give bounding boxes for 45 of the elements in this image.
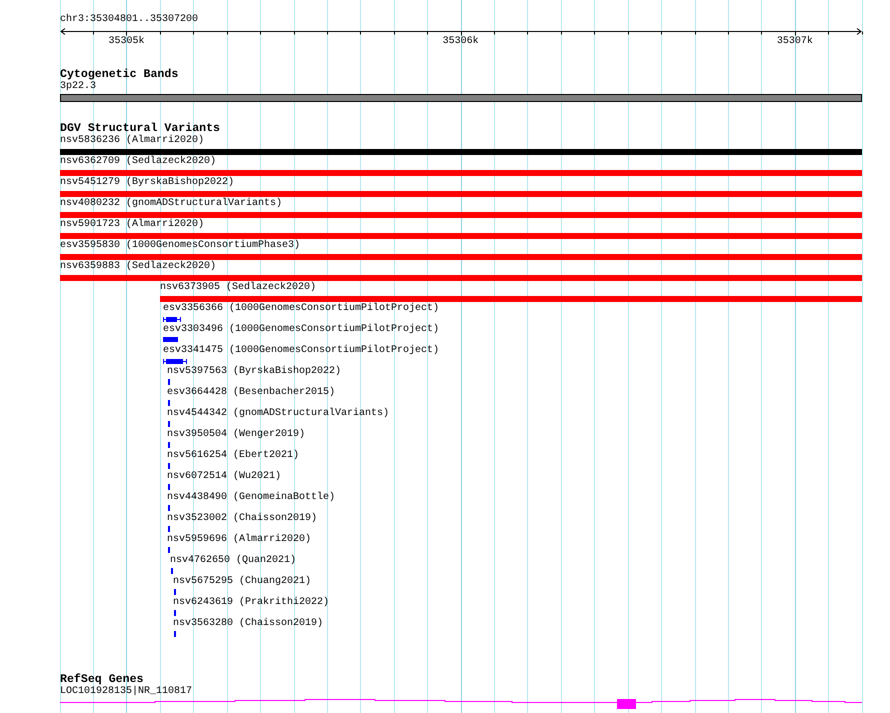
variant-bar[interactable] (60, 149, 862, 155)
variant-bar[interactable] (160, 296, 862, 302)
ruler-tick-label: 35306k (442, 36, 479, 48)
variant-label[interactable]: nsv5836236 (Almarri2020) (60, 135, 204, 147)
variant-label[interactable]: nsv3950504 (Wenger2019) (167, 429, 306, 441)
track-title: Cytogenetic Bands (60, 68, 178, 81)
track-title: RefSeq Genes (60, 673, 144, 686)
band-label: 3p22.3 (60, 81, 96, 93)
variant-label[interactable]: nsv3563280 (Chaisson2019) (173, 618, 324, 630)
variant-label[interactable]: nsv5451279 (ByrskaBishop2022) (60, 177, 234, 189)
variant-label[interactable]: nsv6362709 (Sedlazeck2020) (60, 156, 216, 168)
variant-bar[interactable] (60, 191, 862, 197)
track-title: DGV Structural Variants (60, 122, 220, 135)
variant-label[interactable]: esv3341475 (1000GenomesConsortiumPilotProject) (163, 345, 440, 357)
variant-label[interactable]: nsv5397563 (ByrskaBishop2022) (167, 366, 342, 378)
variant-label[interactable]: nsv6359883 (Sedlazeck2020) (60, 261, 216, 273)
variant-bar[interactable] (60, 254, 862, 260)
variant-label[interactable]: nsv5959696 (Almarri2020) (167, 534, 312, 546)
variant-bar[interactable] (60, 233, 862, 239)
variant-label[interactable]: nsv6373905 (Sedlazeck2020) (160, 282, 316, 294)
variant-label[interactable]: nsv4438490 (GenomeinaBottle) (167, 492, 336, 504)
ruler-range: chr3:35304801..35307200 (60, 14, 198, 26)
gene-model-drawing[interactable] (60, 699, 862, 709)
ruler-tick-label: 35307k (776, 36, 813, 48)
variant-label[interactable]: nsv5901723 (Almarri2020) (60, 219, 204, 231)
variant-label[interactable]: nsv6072514 (Wu2021) (167, 471, 282, 483)
gene-label[interactable]: LOC101928135|NR_110817 (60, 686, 192, 698)
variant-label[interactable]: nsv4080232 (gnomADStructuralVariants) (60, 198, 282, 210)
variant-label[interactable]: nsv4544342 (gnomADStructuralVariants) (167, 408, 390, 420)
variant-bar[interactable] (60, 275, 862, 281)
variant-label[interactable]: esv3664428 (Besenbacher2015) (167, 387, 336, 399)
variant-bar[interactable] (163, 337, 178, 342)
variant-label[interactable]: nsv5616254 (Ebert2021) (167, 450, 300, 462)
variant-whisker-drawing[interactable] (163, 317, 181, 322)
variant-whisker-drawing[interactable] (163, 359, 187, 364)
variant-bar[interactable] (60, 212, 862, 218)
variant-label[interactable]: nsv5675295 (Chuang2021) (173, 576, 312, 588)
ruler-tick-label: 35305k (108, 36, 144, 48)
variant-bar[interactable] (60, 170, 862, 176)
variant-label[interactable]: nsv6243619 (Prakrithi2022) (173, 597, 330, 609)
variant-label[interactable]: esv3303496 (1000GenomesConsortiumPilotProject) (163, 324, 440, 336)
variant-label[interactable]: nsv4762650 (Quan2021) (170, 555, 296, 567)
variant-label[interactable]: esv3595830 (1000GenomesConsortiumPhase3) (60, 240, 300, 252)
variant-label[interactable]: esv3356366 (1000GenomesConsortiumPilotProject) (163, 303, 440, 315)
variant-label[interactable]: nsv3523002 (Chaisson2019) (167, 513, 318, 525)
